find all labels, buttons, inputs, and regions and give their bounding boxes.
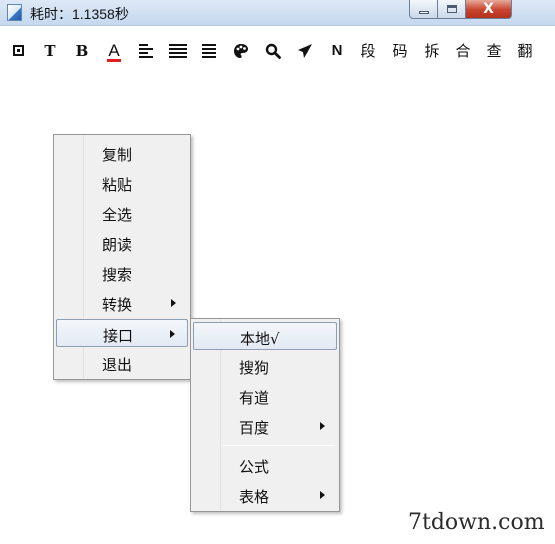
font-color-swatch — [107, 59, 121, 62]
align-left-icon[interactable] — [134, 37, 158, 65]
send-icon[interactable] — [293, 37, 317, 65]
menu-item-convert[interactable]: 转换 — [56, 289, 188, 317]
context-menu: 复制 粘贴 全选 朗读 搜索 转换 接口 退出 — [53, 134, 191, 380]
submenu-arrow-icon — [170, 330, 175, 338]
submenu-item-baidu[interactable]: 百度 — [193, 412, 337, 440]
lookup-button[interactable]: 查 — [482, 37, 506, 65]
menu-item-read-aloud[interactable]: 朗读 — [56, 229, 188, 257]
submenu-arrow-icon — [171, 299, 176, 307]
submenu-item-youdao[interactable]: 有道 — [193, 382, 337, 410]
magnifier-icon[interactable] — [261, 37, 285, 65]
interface-submenu: 本地√ 搜狗 有道 百度 公式 表格 — [190, 318, 340, 512]
menu-item-select-all[interactable]: 全选 — [56, 199, 188, 227]
menu-item-interface[interactable]: 接口 — [56, 319, 188, 347]
toolbar: T B A N 段 码 拆 合 查 翻 — [0, 37, 555, 65]
align-right-icon[interactable] — [197, 37, 221, 65]
submenu-item-local[interactable]: 本地√ — [193, 322, 337, 350]
app-icon — [7, 4, 22, 21]
title-bar[interactable]: 耗时：1.1358秒 X — [0, 0, 555, 26]
watermark: 7tdown.com — [408, 510, 545, 535]
menu-item-copy[interactable]: 复制 — [56, 139, 188, 167]
submenu-item-formula[interactable]: 公式 — [193, 451, 337, 479]
submenu-item-sogou[interactable]: 搜狗 — [193, 352, 337, 380]
split-button[interactable]: 拆 — [420, 37, 444, 65]
font-color-letter: A — [108, 41, 120, 60]
text-t-icon[interactable]: T — [38, 37, 62, 65]
code-button[interactable]: 码 — [388, 37, 412, 65]
minimize-icon — [418, 10, 429, 14]
palette-icon[interactable] — [229, 37, 253, 65]
bold-b-icon[interactable]: B — [70, 37, 94, 65]
submenu-arrow-icon — [320, 491, 325, 499]
app-window: 耗时：1.1358秒 X T B A N 段 码 拆 合 查 翻 复制 粘贴 全… — [0, 0, 555, 544]
translate-button[interactable]: 翻 — [513, 37, 537, 65]
maximize-button[interactable] — [438, 0, 466, 19]
menu-item-search[interactable]: 搜索 — [56, 259, 188, 287]
minimize-button[interactable] — [409, 0, 438, 19]
menu-item-paste[interactable]: 粘贴 — [56, 169, 188, 197]
font-color-icon[interactable]: A — [102, 37, 126, 65]
menu-item-exit[interactable]: 退出 — [56, 349, 188, 377]
square-icon[interactable] — [6, 37, 30, 65]
menu-separator — [223, 445, 335, 446]
paragraph-button[interactable]: 段 — [356, 37, 380, 65]
maximize-icon — [446, 5, 457, 13]
submenu-arrow-icon — [320, 422, 325, 430]
window-title: 耗时：1.1358秒 — [30, 6, 129, 22]
n-icon[interactable]: N — [325, 37, 349, 65]
close-button[interactable]: X — [466, 0, 512, 19]
merge-button[interactable]: 合 — [451, 37, 475, 65]
close-icon: X — [483, 1, 494, 17]
submenu-item-table[interactable]: 表格 — [193, 481, 337, 509]
align-center-icon[interactable] — [166, 37, 190, 65]
